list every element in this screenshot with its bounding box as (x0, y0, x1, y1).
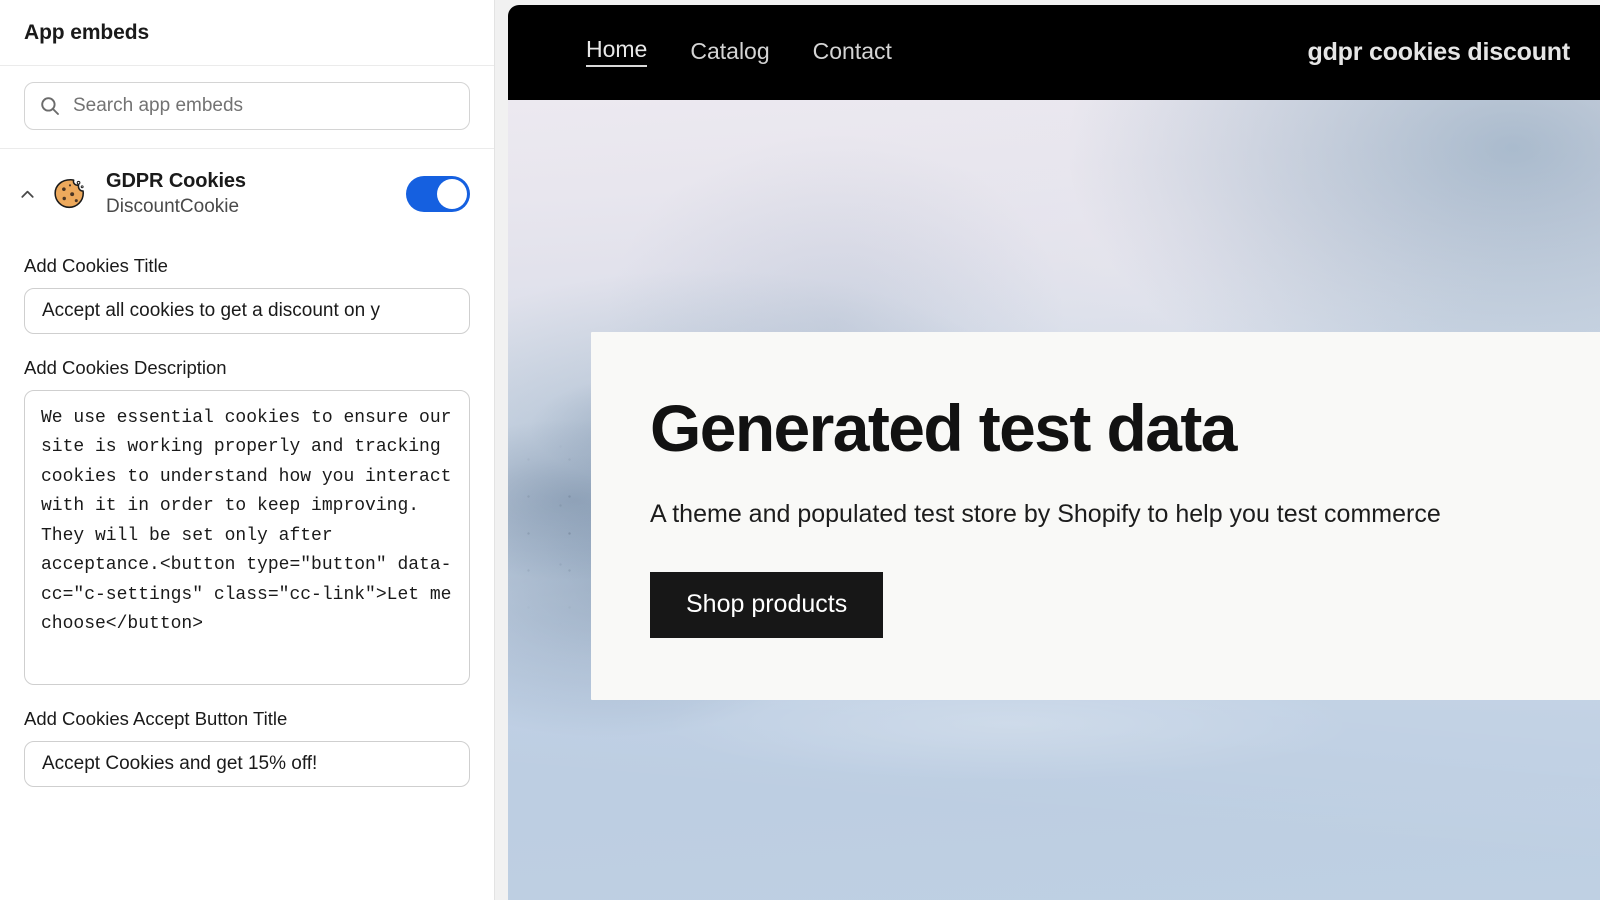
field-cookies-description: Add Cookies Description We use essential… (24, 356, 470, 685)
field-cookies-title: Add Cookies Title Accept all cookies to … (24, 254, 470, 334)
input-cookies-title[interactable]: Accept all cookies to get a discount on … (24, 287, 470, 334)
nav-link-catalog[interactable]: Catalog (690, 39, 769, 66)
shop-products-button[interactable]: Shop products (650, 571, 884, 638)
app-embed-settings-fields: Add Cookies Title Accept all cookies to … (0, 242, 494, 787)
page-title: App embeds (24, 20, 150, 44)
input-cookies-accept-button-title[interactable]: Accept Cookies and get 15% off! (24, 740, 470, 787)
hero-content-card: Generated test data A theme and populate… (591, 332, 1600, 700)
field-label-cookies-description: Add Cookies Description (24, 356, 227, 378)
toggle-knob (437, 179, 467, 210)
search-box[interactable] (24, 82, 470, 130)
app-embed-title: GDPR Cookies (106, 170, 246, 192)
storefront-preview-area: Home Catalog Contact gdpr cookies discou… (495, 0, 1600, 900)
storefront-hero: Generated test data A theme and populate… (508, 100, 1600, 900)
app-embed-subtitle: DiscountCookie (106, 196, 240, 217)
storefront-nav: Home Catalog Contact gdpr cookies discou… (508, 5, 1600, 100)
sidebar-header: App embeds (0, 0, 494, 66)
search-icon (39, 95, 61, 117)
nav-link-contact[interactable]: Contact (813, 39, 892, 66)
storefront-preview-frame[interactable]: Home Catalog Contact gdpr cookies discou… (508, 5, 1600, 900)
theme-editor-screen: App embeds Search app embeds GDPR Cookie… (0, 0, 1600, 900)
field-label-cookies-accept-button-title: Add Cookies Accept Button Title (24, 707, 288, 729)
field-label-cookies-title: Add Cookies Title (24, 254, 168, 276)
chevron-up-icon[interactable] (14, 181, 40, 207)
storefront-nav-links: Home Catalog Contact (586, 38, 892, 67)
search-section (0, 66, 494, 149)
app-embed-item-gdpr-cookies: GDPR Cookies DiscountCookie (0, 149, 494, 242)
input-cookies-description[interactable]: We use essential cookies to ensure our s… (24, 389, 470, 685)
search-input[interactable] (73, 95, 455, 117)
hero-title: Generated test data (650, 391, 1237, 465)
storefront-store-name: gdpr cookies discount (1307, 38, 1571, 66)
app-embed-toggle[interactable] (406, 176, 470, 213)
cookie-icon (50, 174, 90, 215)
hero-subtitle: A theme and populated test store by Shop… (650, 499, 1441, 528)
app-embed-labels: GDPR Cookies DiscountCookie (106, 169, 396, 220)
nav-link-home[interactable]: Home (586, 38, 648, 67)
app-embeds-sidebar: App embeds Search app embeds GDPR Cookie… (0, 0, 495, 900)
field-cookies-accept-button-title: Add Cookies Accept Button Title Accept C… (24, 707, 470, 787)
